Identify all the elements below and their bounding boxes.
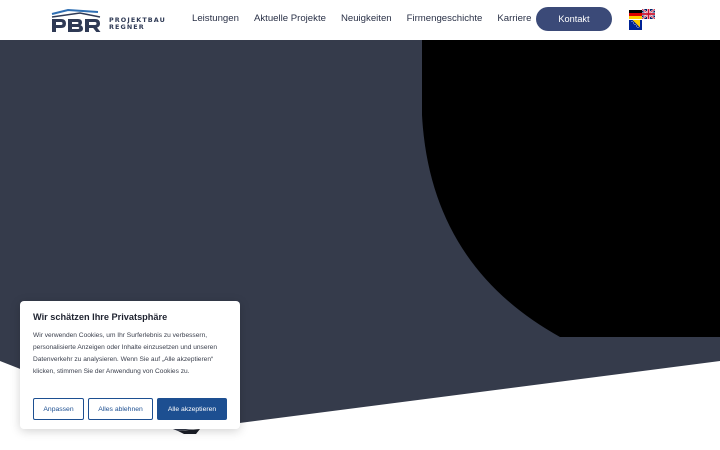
accept-all-button[interactable]: Alle akzeptieren: [157, 398, 227, 420]
flag-gb-icon[interactable]: [642, 9, 655, 19]
nav-item-firmengeschichte[interactable]: Firmengeschichte: [407, 13, 483, 24]
page: PROJEKTBAU REGNER Leistungen Aktuelle Pr…: [0, 0, 720, 450]
cookie-consent-banner: Wir schätzen Ihre Privatsphäre Wir verwe…: [20, 301, 240, 429]
reject-all-button[interactable]: Alles ablehnen: [88, 398, 153, 420]
nav-item-aktuelle-projekte[interactable]: Aktuelle Projekte: [254, 13, 326, 24]
nav-item-leistungen[interactable]: Leistungen: [192, 13, 239, 24]
cookie-banner-actions: Anpassen Alles ablehnen Alle akzeptieren: [33, 398, 227, 420]
cookie-banner-text: Wir verwenden Cookies, um Ihr Surferlebn…: [33, 332, 218, 375]
logo-text: PROJEKTBAU REGNER: [109, 17, 166, 31]
logo-mark-icon: [51, 8, 101, 32]
customize-button[interactable]: Anpassen: [33, 398, 84, 420]
cookie-banner-title: Wir schätzen Ihre Privatsphäre: [33, 312, 168, 322]
flag-de-icon[interactable]: [629, 10, 642, 19]
flag-ba-icon[interactable]: [629, 20, 642, 30]
logo-line-2: REGNER: [109, 23, 145, 31]
nav-item-neuigkeiten[interactable]: Neuigkeiten: [341, 13, 392, 24]
nav-item-karriere[interactable]: Karriere: [497, 13, 531, 24]
logo[interactable]: PROJEKTBAU REGNER: [50, 8, 165, 34]
language-switcher: [628, 9, 656, 31]
main-nav: Leistungen Aktuelle Projekte Neuigkeiten…: [192, 13, 531, 24]
site-header: PROJEKTBAU REGNER Leistungen Aktuelle Pr…: [0, 0, 720, 40]
contact-button[interactable]: Kontakt: [536, 7, 612, 31]
